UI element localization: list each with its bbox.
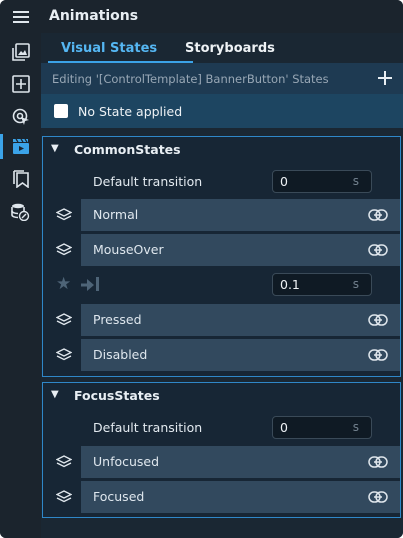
layers-icon	[56, 243, 72, 256]
link-icon[interactable]	[368, 312, 388, 328]
state-name: Focused	[93, 489, 145, 504]
state-row[interactable]: Disabled	[43, 339, 400, 371]
link-icon[interactable]	[368, 347, 388, 363]
unit-label: s	[352, 174, 359, 188]
collapse-caret-icon[interactable]: ▼	[51, 143, 59, 154]
default-transition-label: Default transition	[93, 174, 203, 189]
film-clapper-icon[interactable]	[0, 130, 41, 163]
left-toolbar	[0, 0, 41, 538]
collapse-caret-icon[interactable]: ▼	[51, 389, 59, 400]
state-row[interactable]: Focused	[43, 481, 400, 513]
state-bar[interactable]: Normal	[81, 199, 400, 231]
transition-row[interactable]: ★ 0.1 s	[43, 269, 400, 301]
state-name: Normal	[93, 207, 139, 222]
tab-bar: Visual States Storyboards	[41, 33, 403, 63]
group-header[interactable]: ▼ FocusStates	[43, 383, 400, 409]
state-name: Pressed	[93, 312, 142, 327]
transition-duration-value: 0.1	[280, 277, 300, 292]
state-name: Disabled	[93, 347, 148, 362]
unit-label: s	[352, 420, 359, 434]
target-pointer-icon[interactable]	[0, 100, 41, 133]
state-group-common: ▼ CommonStates Default transition 0 s No…	[42, 136, 401, 377]
layers-icon	[56, 490, 72, 503]
no-state-label: No State applied	[78, 104, 183, 119]
state-row[interactable]: Normal	[43, 199, 400, 231]
window-title: Animations	[49, 8, 139, 24]
default-transition-input[interactable]: 0 s	[272, 416, 372, 439]
link-icon[interactable]	[368, 207, 388, 223]
state-name: MouseOver	[93, 242, 164, 257]
layers-icon	[56, 208, 72, 221]
plus-icon	[378, 71, 392, 85]
bookmarks-icon[interactable]	[0, 162, 41, 195]
editing-bar: Editing '[ControlTemplate] BannerButton'…	[41, 63, 403, 94]
group-title: CommonStates	[74, 142, 181, 157]
unit-label: s	[352, 277, 359, 291]
transition-duration-input[interactable]: 0.1 s	[272, 273, 372, 296]
default-transition-value: 0	[280, 174, 288, 189]
link-icon[interactable]	[368, 454, 388, 470]
state-row[interactable]: MouseOver	[43, 234, 400, 266]
state-bar[interactable]: MouseOver	[81, 234, 400, 266]
link-icon[interactable]	[368, 489, 388, 505]
image-gallery-icon[interactable]	[0, 35, 41, 68]
group-title: FocusStates	[74, 388, 160, 403]
database-link-icon[interactable]	[0, 195, 41, 228]
add-state-group-button[interactable]	[375, 68, 395, 88]
title-bar: Animations	[41, 0, 403, 33]
layers-icon	[56, 313, 72, 326]
state-bar[interactable]: Unfocused	[81, 446, 400, 478]
hamburger-menu-icon[interactable]	[0, 0, 41, 33]
animations-window: Animations Visual States Storyboards Edi…	[0, 0, 403, 538]
transition-arrow-icon[interactable]	[79, 275, 101, 295]
state-bar[interactable]: Disabled	[81, 339, 400, 371]
layers-icon	[56, 455, 72, 468]
group-header[interactable]: ▼ CommonStates	[43, 137, 400, 163]
state-bar[interactable]: Focused	[81, 481, 400, 513]
tab-visual-states[interactable]: Visual States	[61, 41, 157, 56]
tab-storyboards[interactable]: Storyboards	[185, 41, 275, 56]
layers-icon	[56, 348, 72, 361]
editing-label: Editing '[ControlTemplate] BannerButton'…	[52, 72, 329, 86]
state-row[interactable]: Pressed	[43, 304, 400, 336]
state-name: Unfocused	[93, 454, 160, 469]
animations-panel: Visual States Storyboards Editing '[Cont…	[41, 33, 403, 538]
no-state-checkbox[interactable]	[54, 104, 68, 118]
state-group-focus: ▼ FocusStates Default transition 0 s Unf…	[42, 382, 401, 518]
state-row[interactable]: Unfocused	[43, 446, 400, 478]
default-transition-value: 0	[280, 420, 288, 435]
default-transition-label: Default transition	[93, 420, 203, 435]
state-bar[interactable]: Pressed	[81, 304, 400, 336]
default-transition-input[interactable]: 0 s	[272, 170, 372, 193]
add-square-icon[interactable]	[0, 67, 41, 100]
star-icon[interactable]: ★	[56, 274, 71, 294]
link-icon[interactable]	[368, 242, 388, 258]
no-state-row[interactable]: No State applied	[41, 94, 403, 128]
